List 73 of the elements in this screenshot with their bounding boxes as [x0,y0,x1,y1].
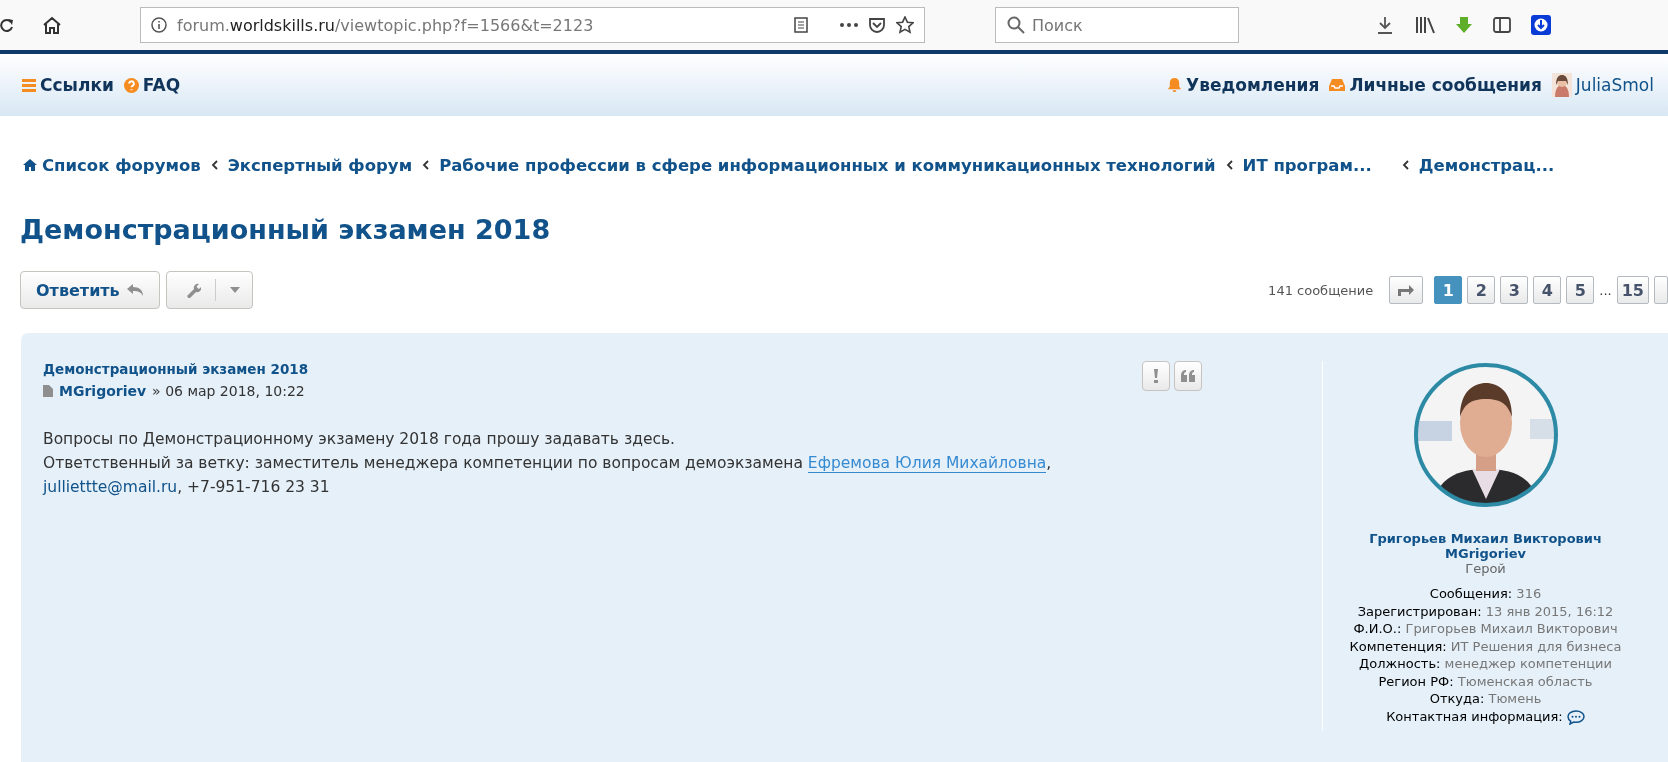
report-button[interactable] [1142,361,1170,391]
profile-field: Регион РФ: Тюменская область [1378,672,1593,690]
page-button[interactable]: 2 [1467,276,1496,304]
nav-link[interactable]: Ссылки [22,75,114,95]
download-arrow-icon[interactable] [1455,16,1473,34]
breadcrumb-link[interactable]: Рабочие профессии в сфере информационных и коммуникационных технологий [439,155,1216,175]
page-button[interactable]: 3 [1500,276,1529,304]
breadcrumb-link[interactable]: Экспертный форум [227,155,413,175]
nav-link[interactable]: Уведомления [1167,75,1320,95]
home-icon[interactable] [42,16,62,34]
exclamation-icon [1154,369,1158,383]
reader-view-icon[interactable] [794,17,808,33]
profile-field: Контактная информация: [1386,707,1585,725]
profile-field: Ф.И.О.: Григорьев Михаил Викторович [1353,620,1618,638]
user-rank: Герой [1465,561,1506,576]
reply-icon [125,283,144,297]
page-button[interactable]: 15 [1616,276,1649,304]
inbox-icon [1329,78,1346,92]
nav-link[interactable]: FAQ [123,75,181,95]
chat-icon[interactable] [1566,709,1585,725]
pocket-icon[interactable] [868,17,886,33]
post-subject[interactable]: Демонстрационный экзамен 2018 [43,361,1300,377]
user-menu-link[interactable]: JuliaSmol [1551,73,1654,97]
document-icon [43,385,53,397]
download-manager-icon[interactable] [1531,15,1551,35]
jump-to-page-button[interactable] [1389,276,1424,304]
profile-field: Компетенция: ИТ Решения для бизнеса [1349,637,1622,655]
post-text: julliettte@mail.ru, +7-951-716 23 31 [43,477,331,498]
profile-field: Сообщения: 316 [1429,585,1542,603]
page-button[interactable]: 5 [1566,276,1595,304]
profile-field: Должность: менеджер компетенции [1359,655,1612,673]
page-button[interactable]: 4 [1533,276,1562,304]
help-icon [123,77,139,93]
breadcrumb-link[interactable]: Список форумов [22,155,201,175]
user-avatar-icon [1551,73,1572,97]
post-count: 141 сообщение [1268,282,1374,298]
chevron-left-icon [1225,160,1233,170]
breadcrumb-link[interactable]: Демонстрац... [1418,155,1555,175]
email-link[interactable]: julliettte@mail.ru [43,478,178,496]
address-bar[interactable]: forum.worldskills.ru/viewtopic.php?f=1566&t=2123 [140,7,925,43]
chevron-left-icon [422,160,430,170]
caret-icon [229,287,240,293]
nav-link[interactable]: Личные сообщения [1329,75,1542,95]
search-field[interactable]: Поиск [995,7,1239,43]
star-icon[interactable] [896,16,914,34]
author-link[interactable]: MGrigoriev [59,383,147,399]
profile-field: Зарегистрирован: 13 янв 2015, 16:12 [1357,602,1614,620]
user-full-name[interactable]: Григорьев Михаил Викторович [1369,531,1602,546]
post-text: Ответственный за ветку: заместитель менеджера компетенции по вопросам демоэкзамена Ефремова Юлия Михайловна, [43,453,1053,475]
menu-icon [22,78,36,92]
bell-icon [1167,77,1183,93]
sidebar-icon[interactable] [1493,17,1511,33]
url-text: forum.worldskills.ru/viewtopic.php?f=1566&t=2123 [177,15,595,35]
reply-button[interactable]: Ответить [20,271,160,309]
chevron-left-icon [1401,160,1409,170]
profile-field: Откуда: Тюмень [1429,690,1542,708]
tools-dropdown-button[interactable] [165,271,253,309]
download-icon[interactable] [1377,16,1393,34]
pagination-ellipsis: ... [1599,283,1612,298]
more-icon[interactable] [840,23,858,27]
reload-icon[interactable] [0,17,14,33]
info-icon[interactable] [151,17,167,33]
home-icon [22,158,38,172]
chevron-left-icon [210,160,218,170]
username-link[interactable]: MGrigoriev [1445,546,1526,561]
quote-button[interactable] [1174,361,1202,391]
wrench-icon [184,282,201,298]
breadcrumb-link[interactable]: ИТ програм... [1242,155,1372,175]
quote-icon [1181,370,1195,382]
library-icon[interactable] [1415,16,1437,34]
topic-title: Демонстрационный экзамен 2018 [20,214,552,245]
post-date: » 06 мар 2018, 10:22 [152,383,305,399]
post-text: Вопросы по Демонстрационному экзамену 2018 года прошу задавать здесь. [43,429,676,450]
